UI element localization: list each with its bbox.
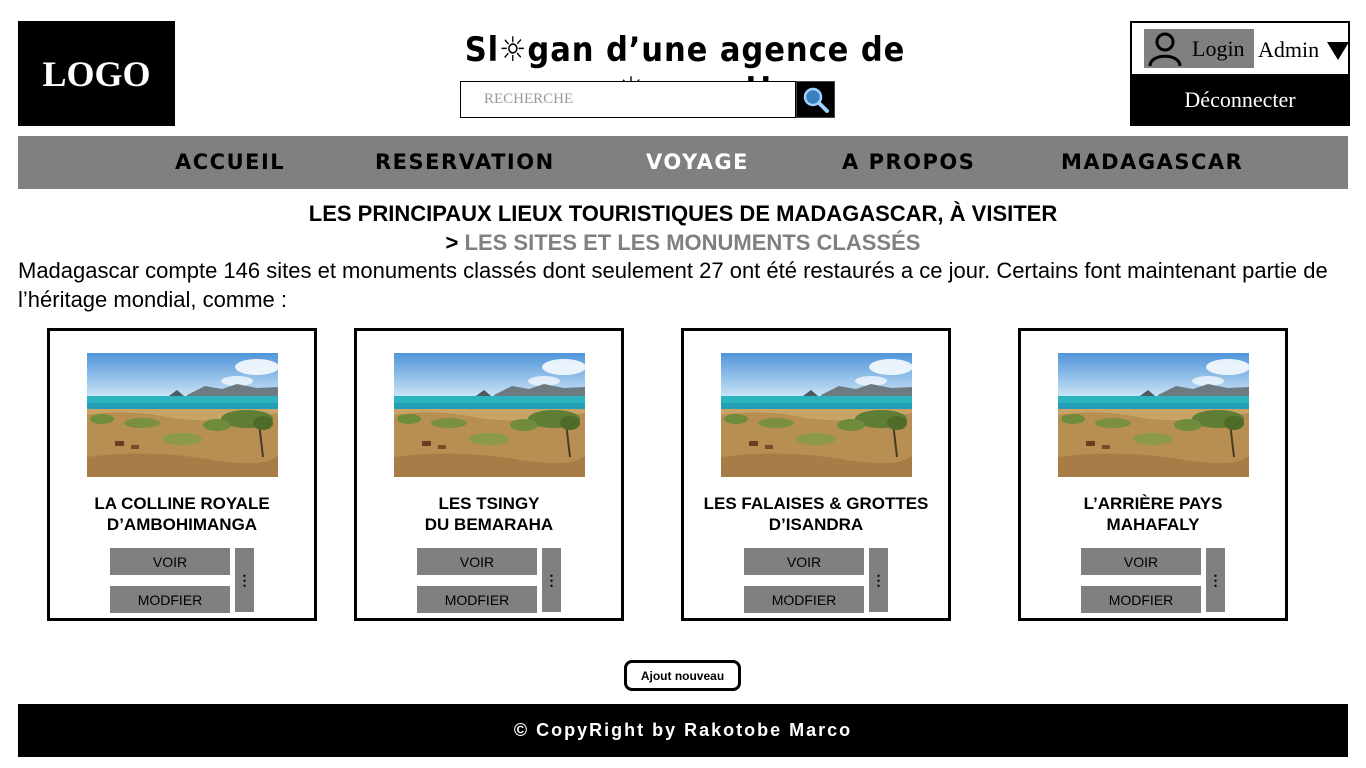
card-title: L’ARRIÈRE PAYS MAHAFALY — [1083, 494, 1223, 534]
site-image — [721, 353, 912, 477]
view-button[interactable]: VOIR — [110, 548, 230, 575]
edit-button[interactable]: MODFIER — [110, 586, 230, 613]
breadcrumb: > LES SITES ET LES MONUMENTS CLASSÉS — [0, 230, 1366, 256]
breadcrumb-arrow: > — [445, 230, 459, 255]
site-card: L’ARRIÈRE PAYS MAHAFALY VOIR MODFIER ⋮ — [1018, 328, 1288, 621]
copyright-text: © CopyRight by Rakotobe Marco — [513, 720, 853, 740]
site-image — [87, 353, 278, 477]
more-options-icon[interactable]: ⋮ — [1206, 548, 1225, 612]
nav-item-voyage[interactable]: VOYAGE — [646, 150, 749, 174]
view-button[interactable]: VOIR — [744, 548, 864, 575]
intro-text: Madagascar compte 146 sites et monuments… — [18, 258, 1328, 312]
more-options-icon[interactable]: ⋮ — [542, 548, 561, 612]
nav-item-accueil[interactable]: ACCUEIL — [175, 150, 285, 174]
nav-item-madagascar[interactable]: MADAGASCAR — [1061, 150, 1243, 174]
site-image — [1058, 353, 1249, 477]
nav-item-reservation[interactable]: RESERVATION — [375, 150, 555, 174]
view-button[interactable]: VOIR — [1081, 548, 1201, 575]
site-card: LES TSINGY DU BEMARAHA VOIR MODFIER ⋮ — [354, 328, 624, 621]
more-options-icon[interactable]: ⋮ — [235, 548, 254, 612]
search-button[interactable] — [796, 81, 835, 118]
section-subtitle[interactable]: LES SITES ET LES MONUMENTS CLASSÉS — [465, 230, 921, 255]
main-nav: ACCUEIL RESERVATION VOYAGE A PROPOS MADA… — [18, 136, 1348, 189]
login-button[interactable]: Login — [1144, 29, 1254, 68]
card-title: LES TSINGY DU BEMARAHA — [424, 494, 554, 534]
search-input[interactable] — [460, 81, 796, 118]
site-image — [394, 353, 585, 477]
more-options-icon[interactable]: ⋮ — [869, 548, 888, 612]
add-new-button[interactable]: Ajout nouveau — [624, 660, 741, 691]
nav-item-a-propos[interactable]: A PROPOS — [842, 150, 975, 174]
edit-button[interactable]: MODFIER — [1081, 586, 1201, 613]
site-card: LES FALAISES & GROTTES D’ISANDRA VOIR MOD… — [681, 328, 951, 621]
logo[interactable]: LOGO — [18, 21, 175, 126]
caret-down-icon[interactable] — [1327, 42, 1349, 60]
logout-button[interactable]: Déconnecter — [1132, 74, 1348, 126]
card-title: LA COLLINE ROYALE D’AMBOHIMANGA — [94, 494, 270, 534]
card-title: LES FALAISES & GROTTES D’ISANDRA — [703, 494, 929, 534]
account-panel: Login Admin Déconnecter — [1130, 21, 1350, 126]
edit-button[interactable]: MODFIER — [744, 586, 864, 613]
edit-button[interactable]: MODFIER — [417, 586, 537, 613]
site-card: LA COLLINE ROYALE D’AMBOHIMANGA VOIR MODF… — [47, 328, 317, 621]
view-button[interactable]: VOIR — [417, 548, 537, 575]
page-title: LES PRINCIPAUX LIEUX TOURISTIQUES DE MAD… — [308, 201, 1058, 226]
account-top: Login Admin — [1132, 23, 1349, 74]
user-icon — [1144, 29, 1186, 68]
user-name[interactable]: Admin — [1258, 37, 1319, 63]
login-label: Login — [1192, 35, 1245, 61]
search-icon — [803, 87, 829, 113]
footer: © CopyRight by Rakotobe Marco — [18, 704, 1348, 757]
